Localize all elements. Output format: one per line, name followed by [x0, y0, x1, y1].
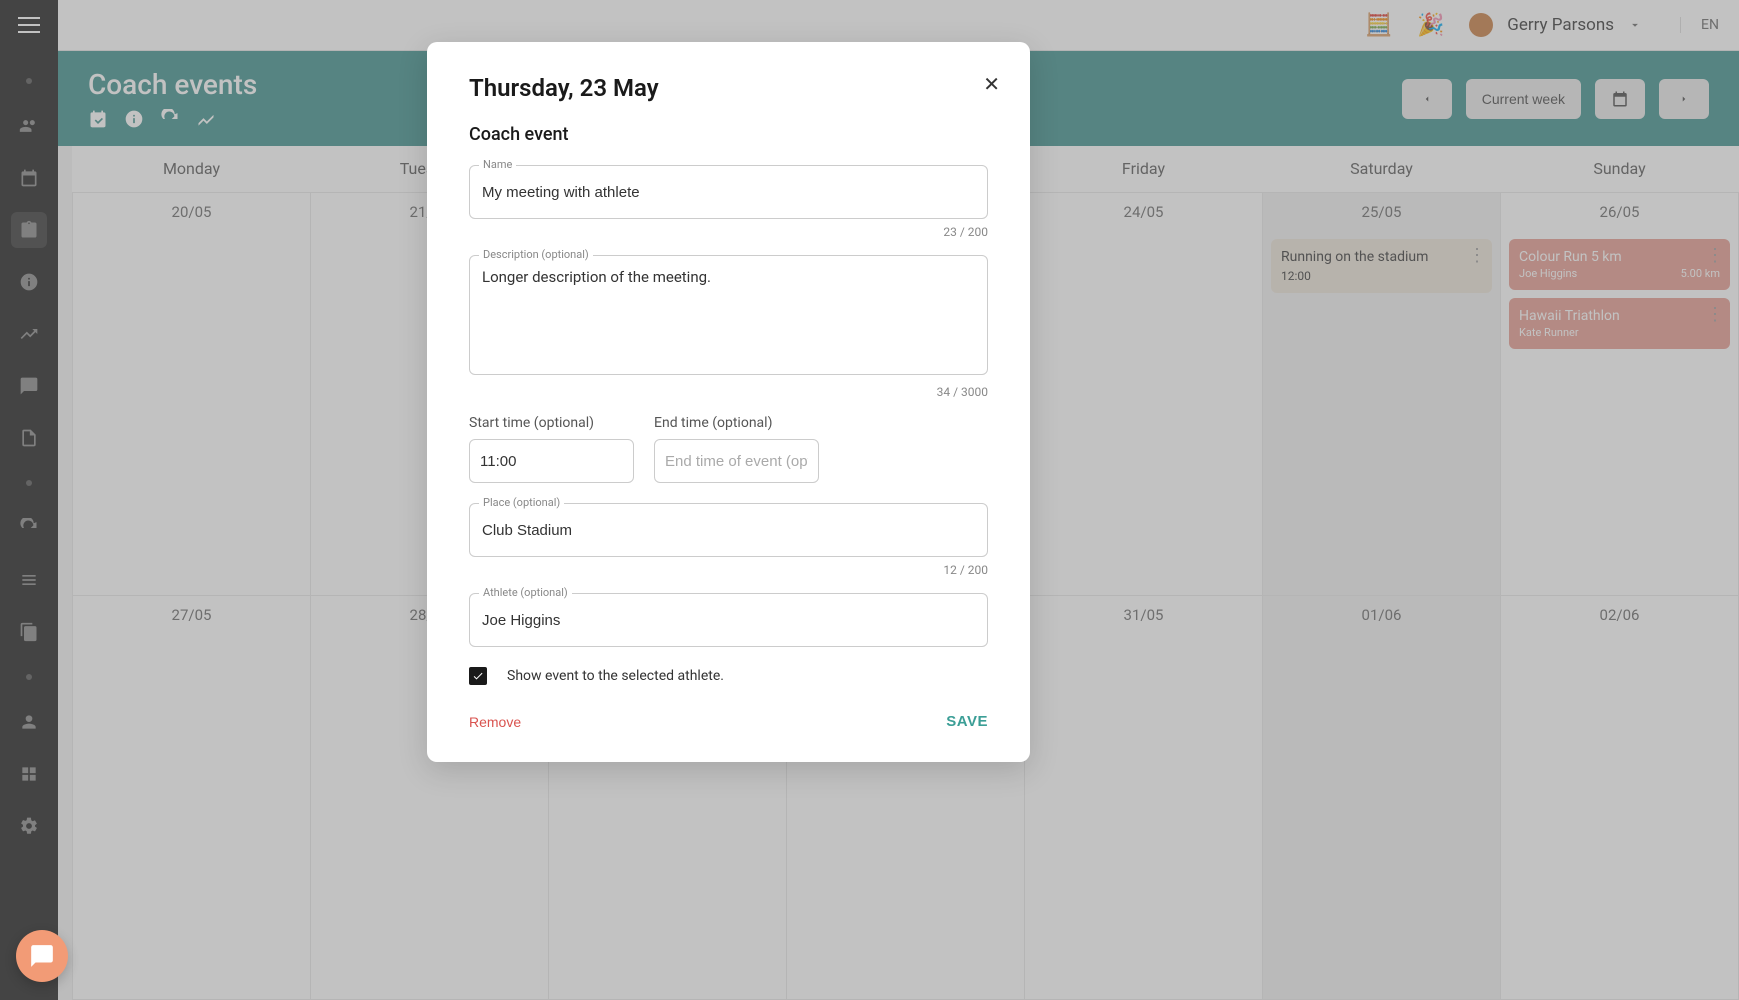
place-counter: 12 / 200 [469, 563, 988, 577]
chat-fab[interactable] [16, 930, 68, 982]
place-input[interactable] [469, 503, 988, 557]
name-counter: 23 / 200 [469, 225, 988, 239]
description-label: Description (optional) [479, 248, 593, 261]
remove-button[interactable]: Remove [469, 714, 521, 730]
modal-date-title: Thursday, 23 May [469, 74, 988, 102]
description-input[interactable] [469, 255, 988, 375]
name-input[interactable] [469, 165, 988, 219]
end-time-label: End time (optional) [654, 415, 819, 431]
description-counter: 34 / 3000 [469, 385, 988, 399]
show-athlete-checkbox[interactable] [469, 667, 487, 685]
start-time-label: Start time (optional) [469, 415, 634, 431]
close-button[interactable]: ✕ [983, 72, 1000, 97]
event-modal: ✕ Thursday, 23 May Coach event Name 23 /… [427, 42, 1030, 762]
start-time-input[interactable] [469, 439, 634, 483]
modal-subtitle: Coach event [469, 124, 988, 145]
save-button[interactable]: SAVE [946, 713, 988, 730]
place-label: Place (optional) [479, 496, 564, 509]
name-label: Name [479, 158, 516, 171]
show-athlete-label: Show event to the selected athlete. [507, 668, 724, 684]
athlete-input[interactable] [469, 593, 988, 647]
end-time-input[interactable] [654, 439, 819, 483]
athlete-label: Athlete (optional) [479, 586, 572, 599]
